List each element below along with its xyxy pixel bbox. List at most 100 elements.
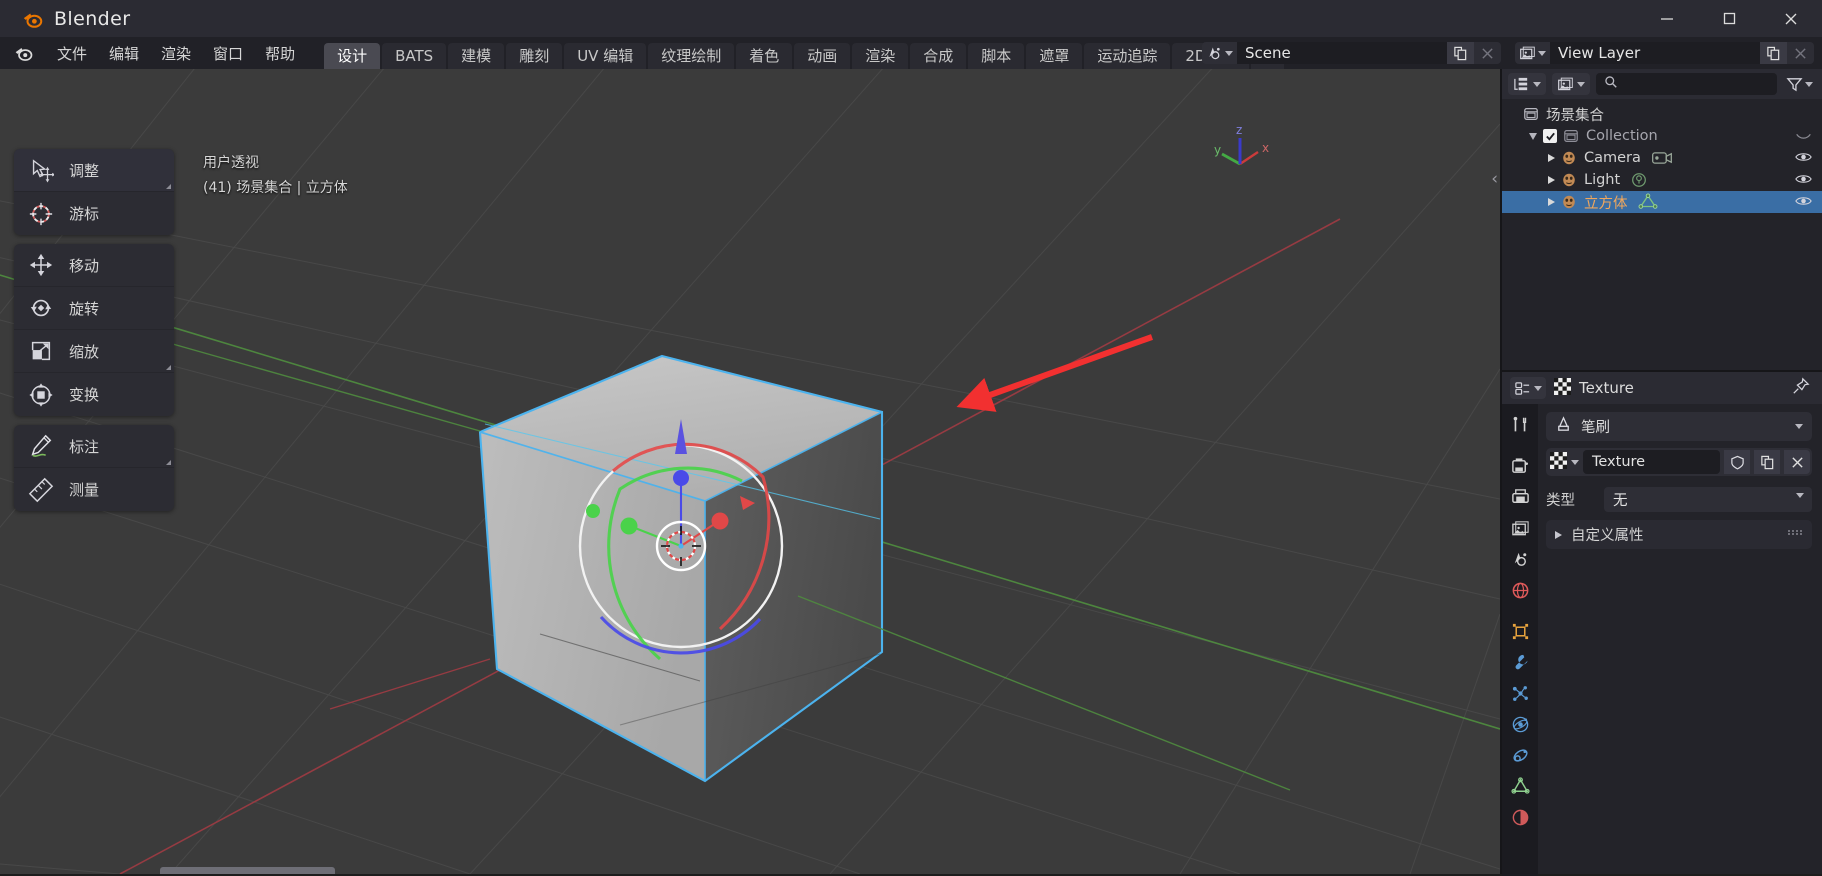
new-view-layer-button[interactable] bbox=[1760, 42, 1787, 64]
tool-expand-corner-icon[interactable] bbox=[166, 460, 171, 465]
properties-tab-modifier[interactable] bbox=[1504, 647, 1536, 677]
toolbar-group-1: 移动 旋转 缩放 变换 bbox=[14, 244, 174, 416]
workspace-tab-0[interactable]: 设计 bbox=[324, 43, 381, 69]
workspace-tab-5[interactable]: 纹理绘制 bbox=[648, 43, 735, 69]
workspace-tab-8[interactable]: 渲染 bbox=[852, 43, 909, 69]
tool-button-cursor[interactable]: 游标 bbox=[14, 192, 174, 235]
outliner-display-mode-button[interactable] bbox=[1508, 73, 1546, 95]
scene-icon[interactable] bbox=[1202, 42, 1237, 64]
properties-tab-constraints[interactable] bbox=[1504, 740, 1536, 770]
tool-button-move[interactable]: 移动 bbox=[14, 244, 174, 287]
svg-text:z: z bbox=[1236, 123, 1242, 137]
object-icon bbox=[1561, 194, 1577, 210]
properties-tab-view-layer[interactable] bbox=[1504, 513, 1536, 543]
menu-help[interactable]: 帮助 bbox=[254, 39, 306, 68]
properties-tab-scene[interactable] bbox=[1504, 544, 1536, 574]
properties-tab-render[interactable] bbox=[1504, 451, 1536, 481]
outliner-row-Collection[interactable]: Collection bbox=[1502, 125, 1822, 147]
properties-tab-material[interactable] bbox=[1504, 802, 1536, 832]
menu-edit[interactable]: 编辑 bbox=[98, 39, 150, 68]
texture-datablock-row: Texture bbox=[1546, 448, 1812, 476]
workspace-tabs: 设计BATS建模雕刻UV 编辑纹理绘制着色动画渲染合成脚本遮罩运动追踪2D动画+ bbox=[324, 37, 1286, 69]
object-props-icon bbox=[1511, 622, 1530, 641]
menu-render[interactable]: 渲染 bbox=[150, 39, 202, 68]
workspace-tab-9[interactable]: 合成 bbox=[910, 43, 967, 69]
properties-tab-tool[interactable] bbox=[1504, 410, 1536, 440]
collection-checkbox[interactable] bbox=[1543, 129, 1557, 143]
remove-view-layer-button[interactable] bbox=[1787, 42, 1814, 64]
properties-tab-output[interactable] bbox=[1504, 482, 1536, 512]
properties-tab-world[interactable] bbox=[1504, 575, 1536, 605]
outliner-filter-scope-button[interactable] bbox=[1552, 73, 1590, 95]
workspace-tab-10[interactable]: 脚本 bbox=[968, 43, 1025, 69]
triangle-right-icon[interactable] bbox=[1548, 176, 1555, 184]
texture-type-dropdown[interactable]: 无 bbox=[1604, 487, 1812, 512]
search-icon bbox=[1604, 75, 1618, 93]
view-layer-icon[interactable] bbox=[1515, 42, 1550, 64]
workspace-tab-3[interactable]: 雕刻 bbox=[506, 43, 563, 69]
tool-button-rotate[interactable]: 旋转 bbox=[14, 287, 174, 330]
unlink-scene-button[interactable] bbox=[1474, 42, 1501, 64]
minimize-button[interactable] bbox=[1636, 0, 1698, 37]
triangle-down-icon[interactable] bbox=[1529, 132, 1537, 140]
tool-expand-corner-icon[interactable] bbox=[166, 365, 171, 370]
cursor-icon bbox=[26, 199, 56, 229]
visibility-eye-icon[interactable] bbox=[1795, 172, 1812, 190]
triangle-right-icon[interactable] bbox=[1548, 154, 1555, 162]
properties-tab-object[interactable] bbox=[1504, 616, 1536, 646]
workspace-tab-4[interactable]: UV 编辑 bbox=[564, 43, 647, 69]
workspace-tab-7[interactable]: 动画 bbox=[794, 43, 851, 69]
camera-data-icon[interactable] bbox=[1651, 149, 1673, 167]
fake-user-shield-icon[interactable] bbox=[1724, 450, 1750, 474]
viewport-3d[interactable]: x y z 用户透视 (41) 场景集合 | 立方体 调整 游标 移动 旋转 缩放 变换标… bbox=[0, 69, 1500, 874]
properties-editor-type-button[interactable] bbox=[1510, 377, 1546, 399]
close-button[interactable] bbox=[1760, 0, 1822, 37]
visibility-eye-icon[interactable] bbox=[1795, 150, 1812, 168]
outliner-row-Camera[interactable]: Camera bbox=[1502, 147, 1822, 169]
new-scene-button[interactable] bbox=[1447, 42, 1474, 64]
properties-tab-data[interactable] bbox=[1504, 771, 1536, 801]
texture-name-field[interactable]: Texture bbox=[1583, 450, 1720, 474]
outliner-row-场景集合[interactable]: 场景集合 bbox=[1502, 103, 1822, 125]
tool-button-tweak[interactable]: 调整 bbox=[14, 149, 174, 192]
custom-properties-panel[interactable]: 自定义属性 bbox=[1546, 520, 1812, 549]
viewport-collapse-icon[interactable]: ‹ bbox=[1491, 169, 1498, 189]
mesh-data-icon[interactable] bbox=[1638, 193, 1658, 211]
visibility-eye-icon[interactable] bbox=[1795, 194, 1812, 212]
collection-icon bbox=[1563, 128, 1579, 144]
maximize-button[interactable] bbox=[1698, 0, 1760, 37]
workspace-tab-11[interactable]: 遮罩 bbox=[1026, 43, 1083, 69]
tool-button-annotate[interactable]: 标注 bbox=[14, 425, 174, 468]
properties-tab-particles[interactable] bbox=[1504, 678, 1536, 708]
viewport-bottom-strip[interactable] bbox=[160, 867, 335, 874]
tool-expand-corner-icon[interactable] bbox=[166, 184, 171, 189]
triangle-right-icon[interactable] bbox=[1548, 198, 1555, 206]
visibility-closed-eye-icon[interactable] bbox=[1795, 129, 1812, 147]
menu-window[interactable]: 窗口 bbox=[202, 39, 254, 68]
tool-button-transform[interactable]: 变换 bbox=[14, 373, 174, 416]
blender-menu-icon[interactable] bbox=[14, 43, 34, 63]
workspace-tab-1[interactable]: BATS bbox=[382, 43, 447, 69]
workspace-tab-2[interactable]: 建模 bbox=[448, 43, 505, 69]
outliner-filter-button[interactable] bbox=[1783, 73, 1816, 95]
outliner-search-input[interactable] bbox=[1596, 73, 1777, 95]
new-texture-button[interactable] bbox=[1754, 450, 1780, 474]
workspace-tab-6[interactable]: 着色 bbox=[736, 43, 793, 69]
properties-tab-physics[interactable] bbox=[1504, 709, 1536, 739]
chevron-down-icon[interactable] bbox=[1571, 459, 1579, 465]
outliner-row-立方体[interactable]: 立方体 bbox=[1502, 191, 1822, 213]
chevron-down-icon[interactable] bbox=[1795, 424, 1803, 429]
view-layer-name-field[interactable]: View Layer bbox=[1550, 42, 1760, 64]
tool-button-scale[interactable]: 缩放 bbox=[14, 330, 174, 373]
measure-icon bbox=[26, 475, 56, 505]
light-data-icon[interactable] bbox=[1630, 171, 1648, 189]
pin-icon[interactable] bbox=[1792, 377, 1810, 399]
outliner-row-Light[interactable]: Light bbox=[1502, 169, 1822, 191]
tool-button-measure[interactable]: 测量 bbox=[14, 468, 174, 511]
menu-file[interactable]: 文件 bbox=[46, 39, 98, 68]
scene-name-field[interactable]: Scene bbox=[1237, 42, 1447, 64]
texture-icon[interactable] bbox=[1550, 451, 1567, 473]
unlink-texture-button[interactable] bbox=[1784, 450, 1810, 474]
brush-panel-header[interactable]: 笔刷 bbox=[1546, 412, 1812, 441]
workspace-tab-12[interactable]: 运动追踪 bbox=[1084, 43, 1171, 69]
